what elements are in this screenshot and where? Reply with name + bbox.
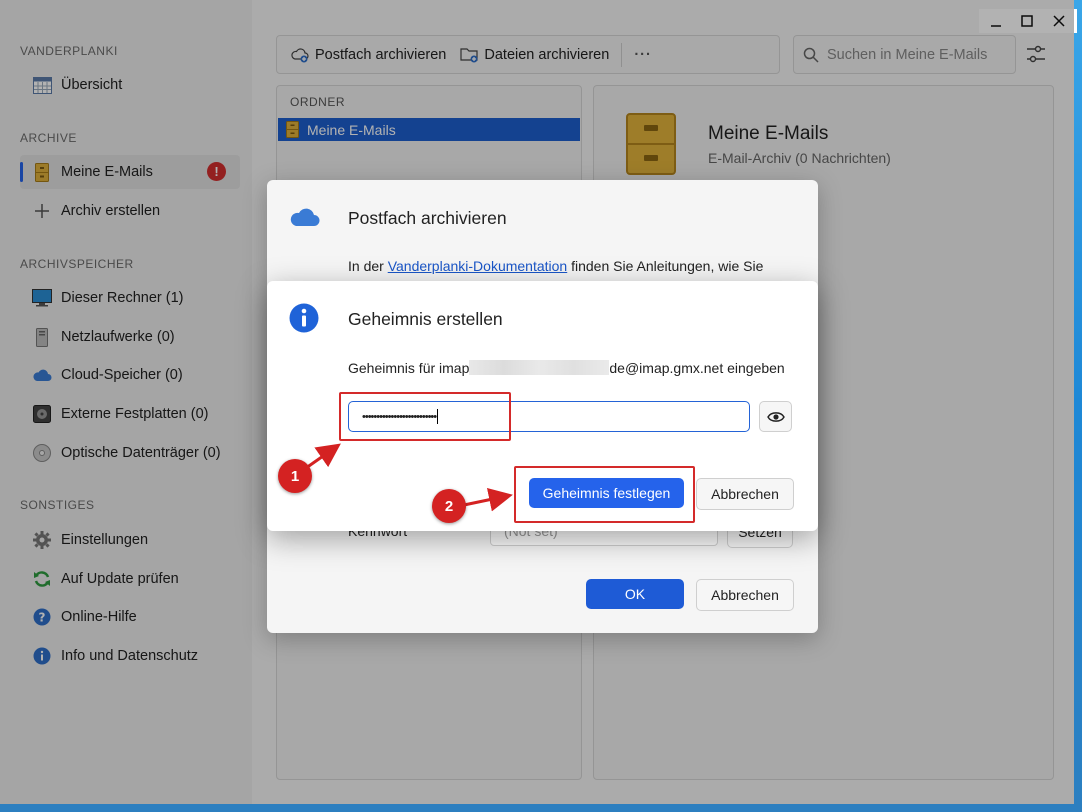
- annotation-arrows: [305, 443, 513, 512]
- arrow-2: [463, 487, 513, 512]
- arrow-1: [305, 443, 341, 470]
- step-marker-2: 2: [432, 489, 466, 523]
- step-marker-1: 1: [278, 459, 312, 493]
